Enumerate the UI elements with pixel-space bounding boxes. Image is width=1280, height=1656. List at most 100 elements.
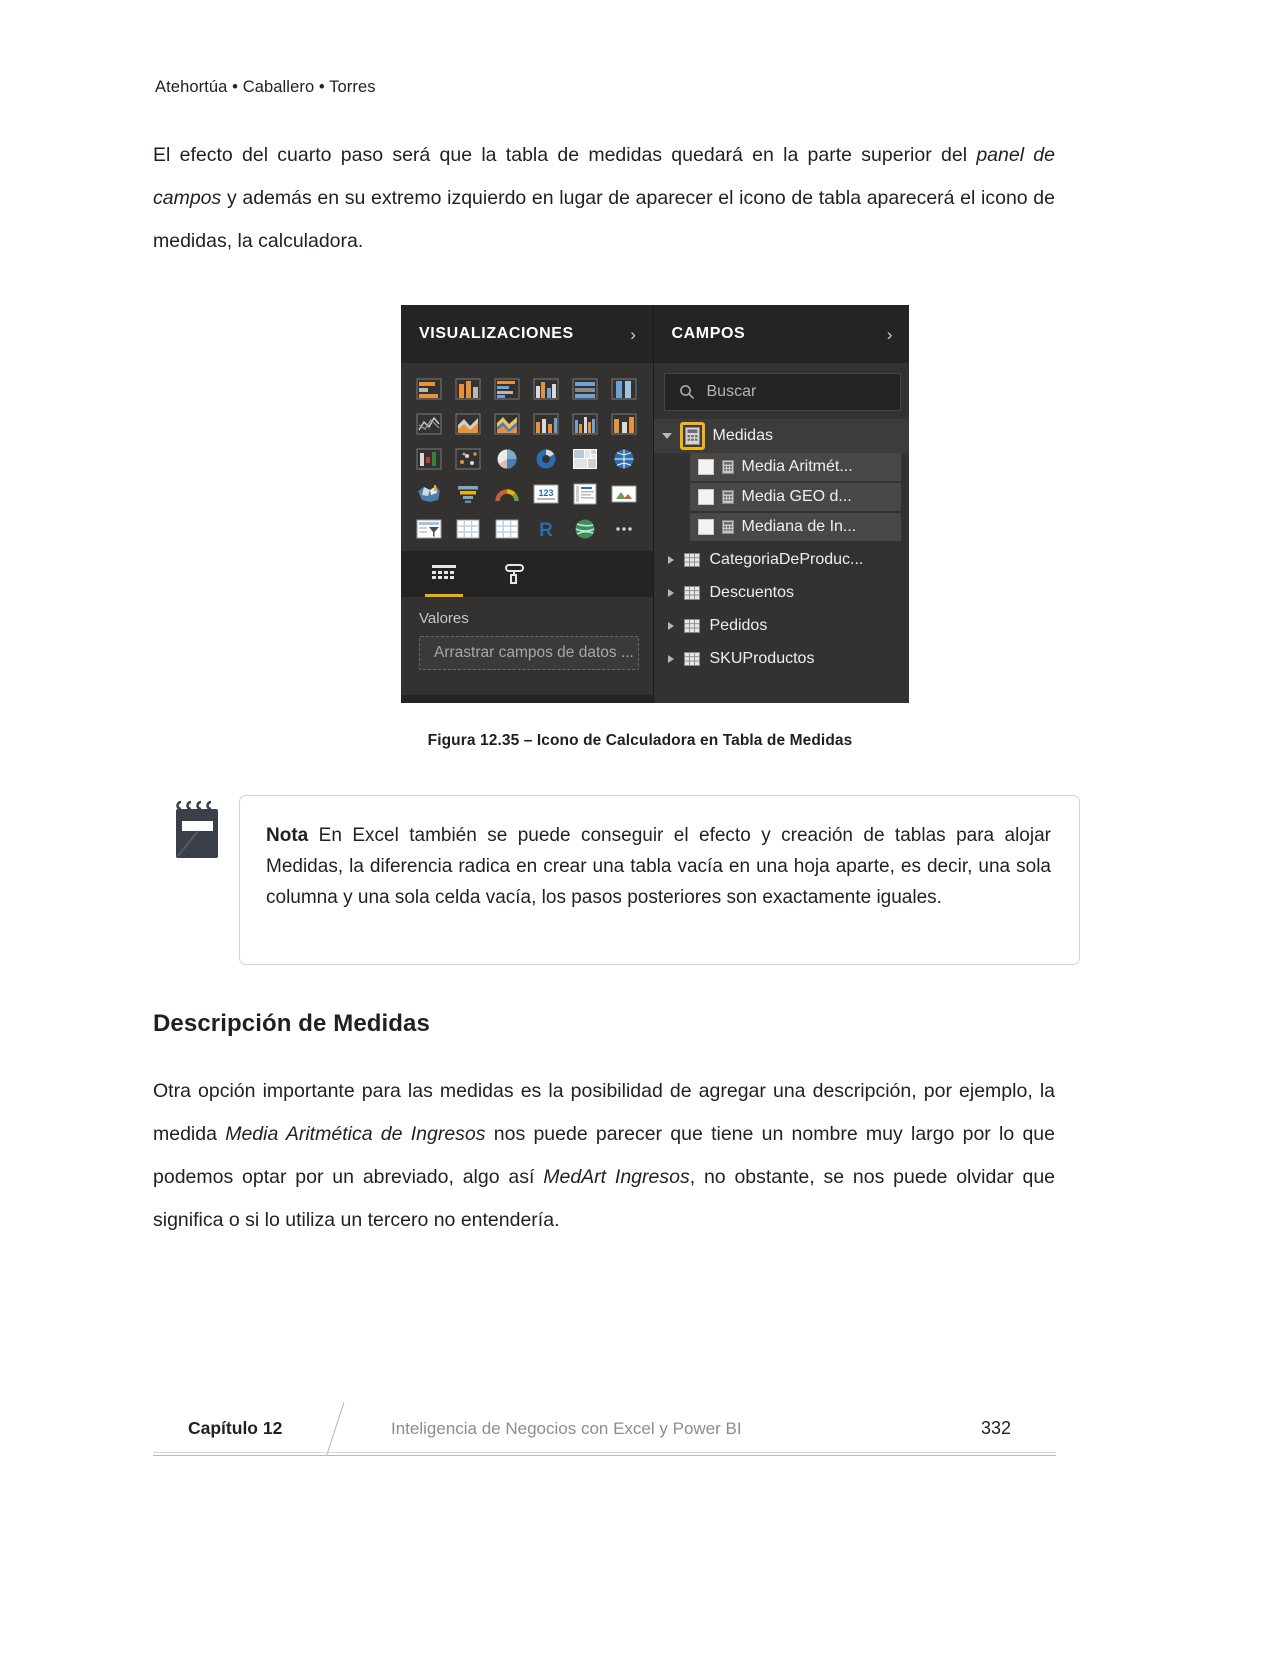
measure-checkbox[interactable] [697, 519, 714, 535]
fields-panel-header: CAMPOS › [653, 305, 909, 363]
fields-group-label: Medidas [712, 427, 773, 444]
format-tab[interactable] [495, 555, 537, 597]
table-icon [683, 651, 700, 666]
filled-map-icon[interactable] [413, 480, 445, 508]
measure-checkbox[interactable] [697, 489, 714, 505]
table-item[interactable]: SKUProductos [654, 642, 910, 675]
fields-group-medidas[interactable]: Medidas [653, 419, 909, 453]
slicer-icon[interactable] [413, 515, 445, 543]
filters-section-title[interactable]: FILTROS [401, 695, 653, 703]
visualization-pane-tabs [401, 551, 653, 597]
stacked-bar-chart-icon[interactable] [413, 375, 445, 403]
measure-checkbox[interactable] [697, 459, 714, 475]
search-input[interactable]: Buscar [663, 373, 901, 411]
more-options-icon[interactable] [608, 515, 640, 543]
area-chart-icon[interactable] [452, 410, 484, 438]
funnel-chart-icon[interactable] [452, 480, 484, 508]
treemap-icon[interactable] [569, 445, 601, 473]
table-item[interactable]: CategoriaDeProduc... [654, 543, 910, 576]
table-item[interactable]: Descuentos [654, 576, 910, 609]
note-body: En Excel también se puede conseguir el e… [266, 825, 1051, 908]
paint-roller-icon [505, 564, 524, 584]
expand-triangle-icon[interactable] [667, 555, 674, 564]
measure-label: Media GEO d... [741, 488, 852, 505]
table-item[interactable]: Pedidos [654, 609, 910, 642]
table-icon[interactable] [452, 515, 484, 543]
pie-chart-icon[interactable] [491, 445, 523, 473]
line-chart-icon[interactable] [413, 410, 445, 438]
line-and-clustered-column-chart-icon[interactable] [569, 410, 601, 438]
footer-rule-top [153, 1452, 1056, 1453]
footer-book-title: Inteligencia de Negocios con Excel y Pow… [391, 1419, 742, 1438]
measure-item[interactable]: Media GEO d... [689, 483, 901, 511]
chevron-right-icon[interactable]: › [887, 326, 893, 343]
calculator-icon-highlight [679, 422, 705, 450]
values-well-label: Valores [419, 610, 469, 627]
paragraph-description: Otra opción importante para las medidas … [153, 1070, 1055, 1242]
expand-triangle-icon[interactable] [661, 433, 672, 439]
stacked-column-chart-icon[interactable] [452, 375, 484, 403]
search-icon [679, 385, 694, 400]
powerbi-panels: VISUALIZACIONES › 123 R Valores Arrastra… [401, 305, 909, 703]
figure-powerbi-screenshot: VISUALIZACIONES › 123 R Valores Arrastra… [401, 305, 909, 703]
footer-rule [153, 1455, 1056, 1456]
donut-chart-icon[interactable] [530, 445, 562, 473]
multi-row-card-icon[interactable] [569, 480, 601, 508]
gauge-chart-icon[interactable] [491, 480, 523, 508]
matrix-icon[interactable] [491, 515, 523, 543]
measure-item[interactable]: Media Aritmét... [689, 453, 901, 481]
paragraph-description-emphasis-1: Media Aritmética de Ingresos [225, 1123, 486, 1145]
expand-triangle-icon[interactable] [667, 621, 674, 630]
table-label: Descuentos [709, 583, 795, 601]
table-icon [683, 618, 700, 633]
fields-icon [432, 565, 456, 579]
map-icon[interactable] [608, 445, 640, 473]
svg-text:123: 123 [538, 488, 553, 498]
visualization-field-wells: Valores Arrastrar campos de datos ... [401, 597, 653, 703]
search-placeholder: Buscar [706, 383, 757, 400]
waterfall-chart-icon[interactable] [413, 445, 445, 473]
values-well-dropzone[interactable]: Arrastrar campos de datos ... [419, 636, 639, 670]
r-script-visual-icon[interactable]: R [530, 515, 562, 543]
arcgis-map-icon[interactable] [569, 515, 601, 543]
expand-triangle-icon[interactable] [667, 654, 674, 663]
line-and-stacked-column-chart-icon[interactable] [530, 410, 562, 438]
running-head: Atehortúa • Caballero • Torres [155, 78, 376, 96]
calculator-icon [721, 490, 734, 504]
note-text: Nota En Excel también se puede conseguir… [266, 820, 1051, 913]
paragraph-intro: El efecto del cuarto paso será que la ta… [153, 134, 1055, 263]
chevron-right-icon[interactable]: › [630, 326, 636, 343]
paragraph-intro-part2: y además en su extremo izquierdo en luga… [153, 187, 1055, 252]
card-icon[interactable]: 123 [530, 480, 562, 508]
footer-divider [326, 1402, 345, 1457]
paragraph-intro-part1: El efecto del cuarto paso será que la ta… [153, 144, 977, 166]
visualizations-panel: VISUALIZACIONES › 123 R Valores Arrastra… [401, 305, 654, 703]
stacked-area-chart-icon[interactable] [491, 410, 523, 438]
notepad-icon [172, 800, 224, 862]
measure-label: Mediana de In... [741, 518, 857, 535]
visualizations-panel-header: VISUALIZACIONES › [401, 305, 653, 363]
visualizations-panel-title: VISUALIZACIONES [419, 325, 574, 342]
measure-label: Media Aritmét... [741, 458, 853, 475]
fields-panel-title: CAMPOS [671, 325, 746, 342]
table-label: SKUProductos [709, 649, 815, 667]
ribbon-chart-icon[interactable] [608, 410, 640, 438]
100-stacked-bar-chart-icon[interactable] [569, 375, 601, 403]
clustered-column-chart-icon[interactable] [530, 375, 562, 403]
measure-item[interactable]: Mediana de In... [689, 513, 901, 541]
visualizations-icon-area: 123 R [401, 363, 653, 551]
svg-text:R: R [539, 520, 553, 540]
paragraph-description-emphasis-2: MedArt Ingresos [543, 1166, 690, 1188]
table-label: Pedidos [709, 616, 768, 634]
100-stacked-column-chart-icon[interactable] [608, 375, 640, 403]
calculator-icon [684, 427, 700, 445]
clustered-bar-chart-icon[interactable] [491, 375, 523, 403]
table-icon [683, 552, 700, 567]
figure-caption: Figura 12.35 – Icono de Calculadora en T… [427, 732, 853, 749]
expand-triangle-icon[interactable] [667, 588, 674, 597]
table-label: CategoriaDeProduc... [709, 550, 864, 568]
scatter-chart-icon[interactable] [452, 445, 484, 473]
fields-tab[interactable] [423, 555, 465, 597]
kpi-icon[interactable] [608, 480, 640, 508]
calculator-icon [721, 460, 734, 474]
